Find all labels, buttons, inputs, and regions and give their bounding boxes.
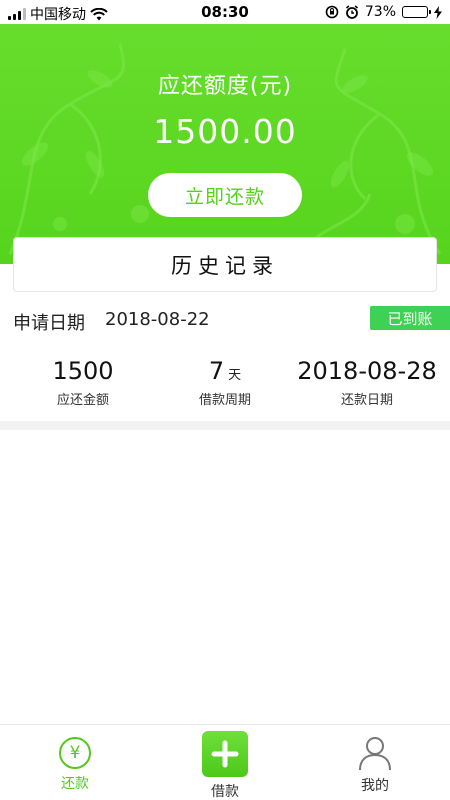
apply-date-label: 申请日期 [13,313,85,334]
plus-icon [202,731,248,777]
battery-icon [402,6,431,18]
tab-mine[interactable]: 我的 [300,725,450,800]
stat-value: 1500 [52,357,114,385]
status-bar: 中国移动 08:30 73% [0,0,450,24]
stat-label: 借款周期 [198,393,251,408]
battery-percent: 73% [364,4,396,20]
loan-record[interactable]: 申请日期 2018-08-22 已到账 1500 应还金额 7天 借款周期 20… [0,295,450,421]
repayment-title: 应还额度(元) [157,74,293,99]
stat-label: 还款日期 [340,393,393,408]
alarm-icon [345,5,358,19]
stat-loan-period: 7天 借款周期 [162,355,288,408]
tab-repay[interactable]: ¥ 还款 [0,725,150,800]
tab-label: 我的 [361,778,389,794]
apply-date-value: 2018-08-22 [105,309,210,330]
stat-repay-amount: 1500 应还金额 [20,355,146,408]
repayment-amount: 1500.00 [153,112,297,151]
stat-repay-date: 2018-08-28 还款日期 [292,355,442,408]
stat-unit: 天 [228,368,242,383]
section-divider [0,421,450,430]
yen-icon: ¥ [59,737,91,769]
tab-label: 还款 [61,776,89,792]
charging-icon [434,5,442,19]
repayment-header: 应还额度(元) 1500.00 立即还款 [0,24,450,264]
stat-label: 应还金额 [56,393,109,408]
repay-now-button[interactable]: 立即还款 [148,173,302,217]
status-badge: 已到账 [370,306,450,330]
person-icon [359,737,391,771]
stat-value: 2018-08-28 [297,357,437,385]
tab-bar: ¥ 还款 借款 我的 [0,724,450,800]
rotation-lock-icon [325,5,339,19]
tab-label: 借款 [211,784,239,800]
stat-value: 7 [208,357,225,385]
history-records-button[interactable]: 历史记录 [13,237,437,292]
tab-borrow[interactable]: 借款 [150,725,300,800]
